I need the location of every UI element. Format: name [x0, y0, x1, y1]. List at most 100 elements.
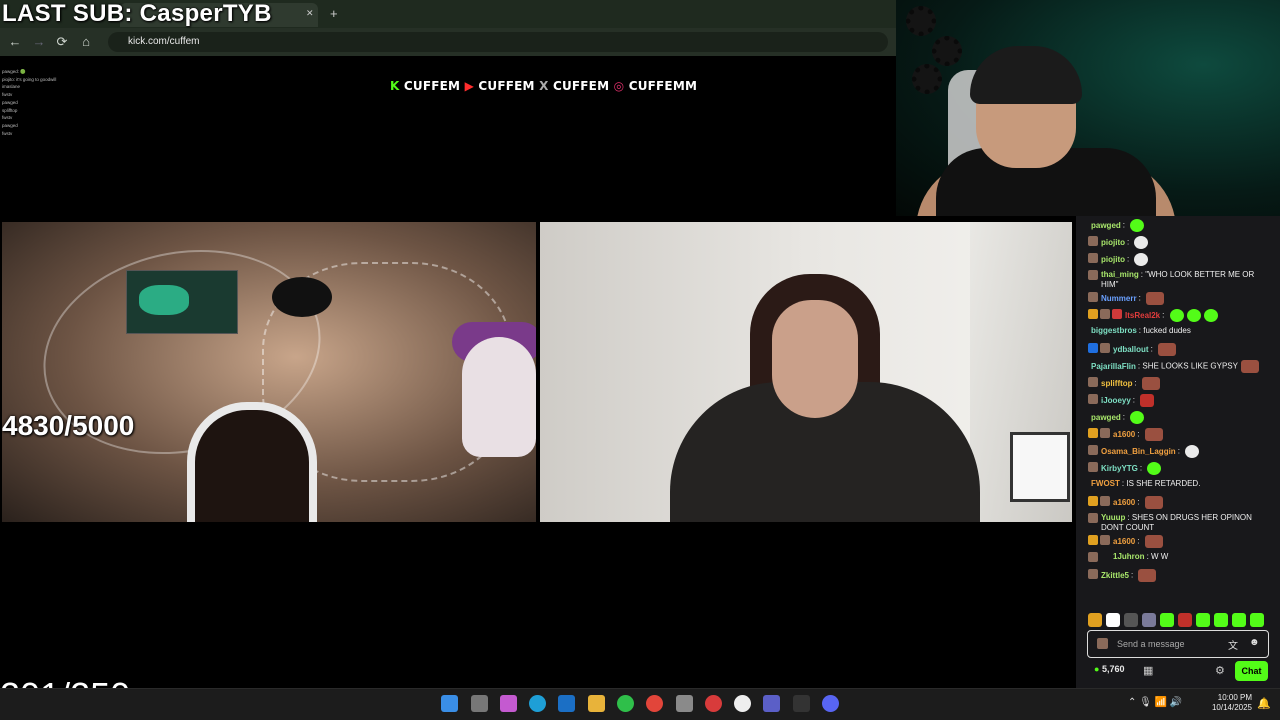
chat-username[interactable]: thai_ming [1101, 270, 1139, 279]
chat-username[interactable]: FWOST [1091, 479, 1120, 488]
chat-message[interactable]: a1600: [1088, 426, 1268, 443]
streamer-webcam [896, 0, 1280, 216]
chat-username[interactable]: a1600 [1113, 537, 1135, 546]
start-menu-icon[interactable] [441, 695, 458, 712]
emote-shortcut-icon[interactable] [1250, 613, 1264, 627]
chat-message[interactable]: ItsReal2k: [1088, 307, 1268, 324]
wall-picture-frame [1010, 432, 1070, 502]
chat-username[interactable]: Nummerr [1101, 294, 1137, 303]
chat-username[interactable]: iJooeyy [1101, 396, 1131, 405]
chat-message[interactable]: FWOST: IS SHE RETARDED. [1088, 477, 1268, 494]
mini-chat-line: fwstv [2, 92, 13, 98]
teams-icon[interactable] [763, 695, 780, 712]
new-tab-icon[interactable]: + [330, 6, 338, 21]
channel-points[interactable]: ● 5,760 [1094, 664, 1124, 674]
outlook-icon[interactable] [558, 695, 575, 712]
chat-username[interactable]: Zkittle5 [1101, 571, 1129, 580]
emote-shortcut-icon[interactable] [1178, 613, 1192, 627]
notification-bell-icon[interactable]: 🔔 [1257, 697, 1271, 710]
chat-username[interactable]: KirbyYTG [1101, 464, 1138, 473]
chat-username[interactable]: a1600 [1113, 430, 1135, 439]
reload-icon[interactable]: ⟳ [54, 34, 70, 50]
emote-shortcut-icon[interactable] [1088, 613, 1102, 627]
chat-badges [1088, 236, 1098, 246]
translate-icon[interactable]: 文 [1228, 637, 1238, 652]
chat-badges [1088, 552, 1110, 562]
chat-username[interactable]: a1600 [1113, 498, 1135, 507]
chat-badges [1088, 513, 1098, 523]
store-icon[interactable]: ▦ [1143, 664, 1153, 677]
chat-username[interactable]: Yuuup [1101, 513, 1125, 522]
home-icon[interactable]: ⌂ [78, 34, 94, 50]
chat-username[interactable]: Osama_Bin_Laggin [1101, 447, 1176, 456]
chat-message[interactable]: a1600: [1088, 533, 1268, 550]
chat-message[interactable]: biggestbros: fucked dudes [1088, 324, 1268, 341]
green-emote-icon [1130, 219, 1145, 232]
app-icon[interactable] [793, 695, 810, 712]
chat-username[interactable]: biggestbros [1091, 326, 1137, 335]
chat-message[interactable]: PajarillaFlin: SHE LOOKS LIKE GYPSY [1088, 358, 1268, 375]
chat-message[interactable]: Osama_Bin_Laggin: [1088, 443, 1268, 460]
app-icon[interactable] [705, 695, 722, 712]
chat-colon: : [1137, 497, 1142, 507]
chat-message[interactable]: a1600: [1088, 494, 1268, 511]
chat-message[interactable]: iJooeyy: [1088, 392, 1268, 409]
settings-gear-icon[interactable]: ⚙ [1215, 664, 1225, 677]
chat-message[interactable]: ydballout: [1088, 341, 1268, 358]
store-app-icon[interactable] [676, 695, 693, 712]
chat-colon: : [1134, 378, 1139, 388]
chat-message[interactable]: pawged: [1088, 217, 1268, 234]
emote-shortcut-icon[interactable] [1214, 613, 1228, 627]
taskbar-clock[interactable]: 10:00 PM 10/14/2025 [1210, 693, 1252, 713]
face-emote-icon [1240, 360, 1259, 373]
chat-username[interactable]: pawged [1091, 413, 1121, 422]
chat-message-body: piojito: [1101, 253, 1149, 266]
chrome-icon[interactable] [646, 695, 663, 712]
chat-username[interactable]: splifftop [1101, 379, 1133, 388]
copilot-icon[interactable] [500, 695, 517, 712]
address-bar[interactable]: kick.com/cuffem [108, 32, 888, 52]
emote-shortcut-icon[interactable] [1142, 613, 1156, 627]
chat-username[interactable]: PajarillaFlin [1091, 362, 1136, 371]
chat-message[interactable]: pawged: [1088, 409, 1268, 426]
emoji-icon[interactable]: ☻ [1249, 637, 1260, 648]
file-explorer-icon[interactable] [588, 695, 605, 712]
chat-username[interactable]: ItsReal2k [1125, 311, 1160, 320]
chat-badges [1088, 394, 1098, 404]
crown-badge-icon [1088, 535, 1098, 545]
chat-message[interactable]: 1Juhron: W W [1088, 550, 1268, 567]
chat-username[interactable]: piojito [1101, 255, 1125, 264]
xbox-icon[interactable] [617, 695, 634, 712]
chat-username[interactable]: 1Juhron [1113, 552, 1145, 561]
forward-icon[interactable]: → [31, 34, 47, 50]
chat-message[interactable]: Yuuup: SHES ON DRUGS HER OPINON DONT COU… [1088, 511, 1268, 533]
chat-message-body: biggestbros: fucked dudes [1091, 326, 1191, 336]
chat-username[interactable]: pawged [1091, 221, 1121, 230]
back-icon[interactable]: ← [7, 34, 23, 50]
emote-shortcut-icon[interactable] [1160, 613, 1174, 627]
emote-shortcut-icon[interactable] [1232, 613, 1246, 627]
chat-message[interactable]: piojito: [1088, 234, 1268, 251]
emote-shortcut-icon[interactable] [1196, 613, 1210, 627]
chat-username[interactable]: piojito [1101, 238, 1125, 247]
edge-icon[interactable] [529, 695, 546, 712]
alien-app-icon[interactable] [734, 695, 751, 712]
chat-text: SHE LOOKS LIKE GYPSY [1142, 361, 1238, 371]
discord-icon[interactable] [822, 695, 839, 712]
chat-username[interactable]: ydballout [1113, 345, 1149, 354]
chat-input[interactable] [1117, 635, 1225, 653]
system-tray[interactable]: ⌃ 🎙 📶 🔊 [1128, 697, 1182, 708]
chat-message[interactable]: KirbyYTG: [1088, 460, 1268, 477]
chat-message-list[interactable]: pawged: piojito: piojito: thai_ming: "WH… [1088, 217, 1268, 584]
chat-message[interactable]: Nummerr: [1088, 290, 1268, 307]
task-view-icon[interactable] [471, 695, 488, 712]
chat-message[interactable]: thai_ming: "WHO LOOK BETTER ME OR HIM" [1088, 268, 1268, 290]
chat-send-button[interactable]: Chat [1235, 661, 1268, 681]
emote-shortcut-icon[interactable] [1106, 613, 1120, 627]
tab-close-icon[interactable]: ✕ [306, 8, 314, 19]
emote-shortcut-icon[interactable] [1124, 613, 1138, 627]
chat-message[interactable]: splifftop: [1088, 375, 1268, 392]
chat-message[interactable]: piojito: [1088, 251, 1268, 268]
chat-message[interactable]: Zkittle5: [1088, 567, 1268, 584]
chat-message-body: a1600: [1113, 535, 1163, 548]
